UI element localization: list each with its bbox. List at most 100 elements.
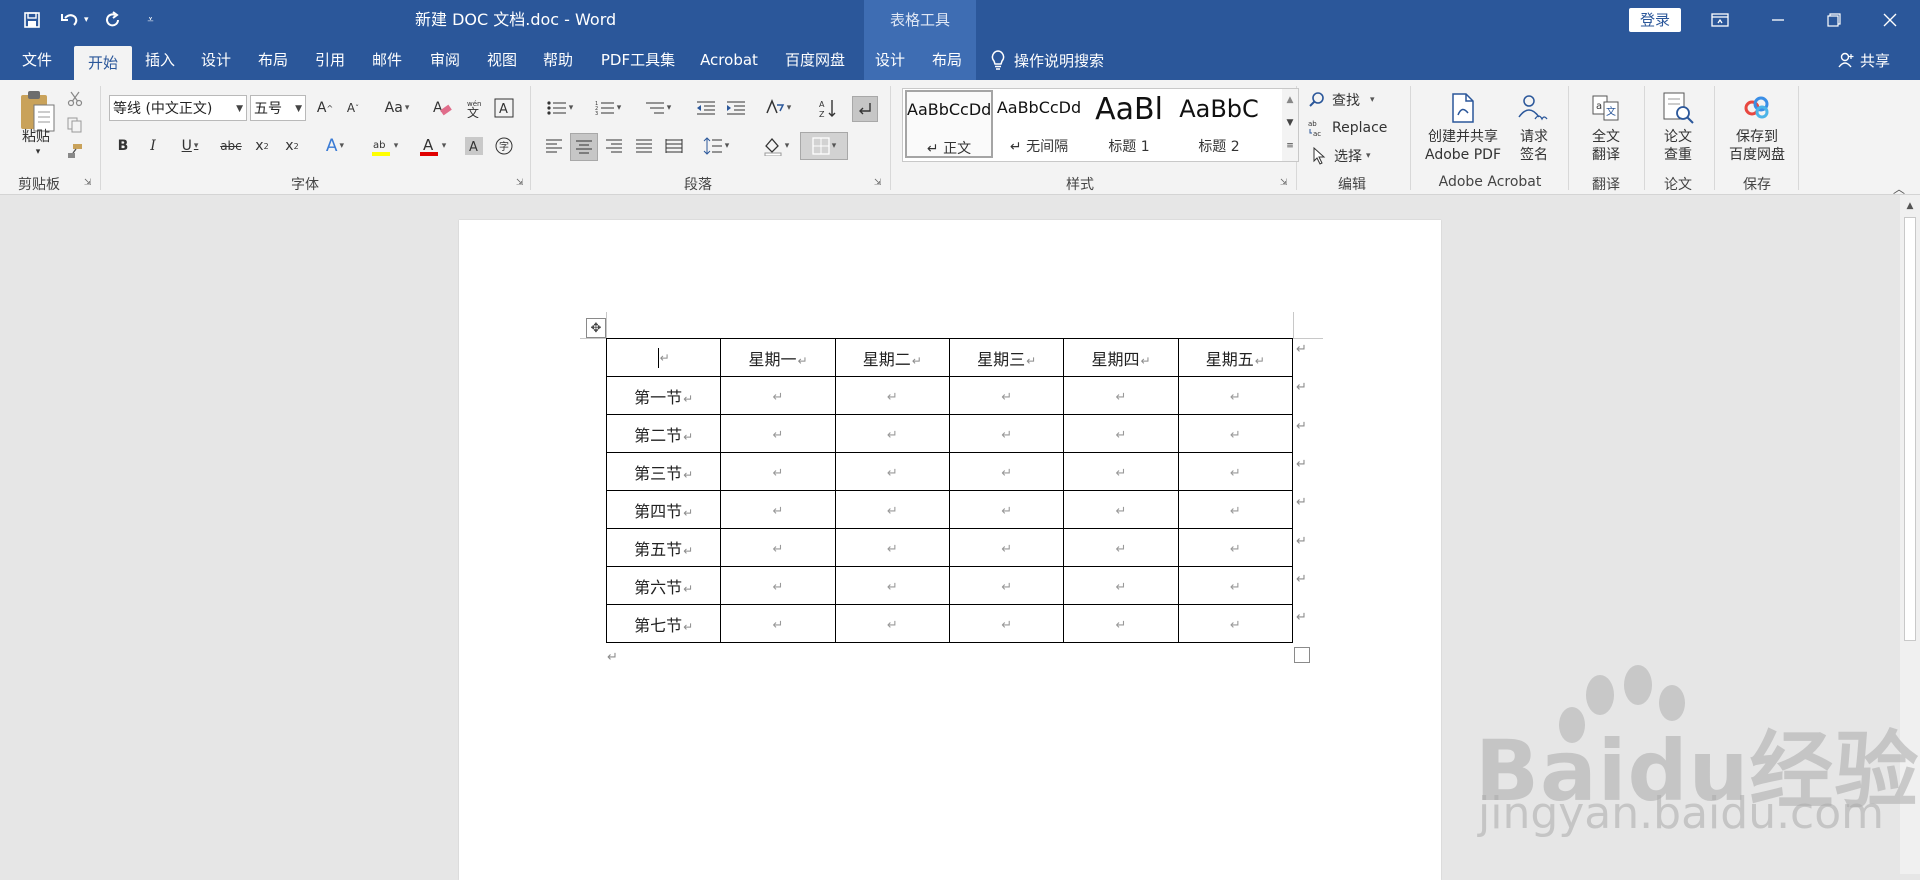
close-icon[interactable] <box>1867 0 1913 40</box>
shrink-font-icon[interactable]: Aˇ <box>342 96 364 120</box>
font-size-combobox[interactable]: 五号 ▼ <box>250 95 306 121</box>
style-no-spacing[interactable]: AaBbCcDd ↵ 无间隔 <box>995 90 1083 158</box>
table-cell[interactable]: ↵ <box>834 566 950 605</box>
table-cell[interactable]: ↵ <box>720 566 836 605</box>
save-to-baidu-button[interactable]: 保存到 百度网盘 <box>1720 128 1794 164</box>
replace-button[interactable]: ab ac Replace <box>1308 116 1408 140</box>
table-cell[interactable]: ↵ <box>1177 528 1294 567</box>
share-button[interactable]: 共享 <box>1838 40 1890 80</box>
tab-acrobat[interactable]: Acrobat <box>696 40 762 80</box>
highlight-color-icon[interactable]: ab ▾ <box>364 134 404 158</box>
table-cell[interactable]: ↵ <box>1177 566 1294 605</box>
subscript-icon[interactable]: x2 <box>250 134 274 158</box>
align-left-icon[interactable] <box>542 134 566 158</box>
tab-baidu-netdisk[interactable]: 百度网盘 <box>780 40 850 80</box>
cut-icon[interactable] <box>64 88 86 110</box>
scrollbar-thumb[interactable] <box>1904 217 1916 641</box>
table-cell[interactable]: ↵ <box>1177 376 1294 415</box>
undo-dropdown-icon[interactable]: ▾ <box>84 15 89 25</box>
paste-dropdown-icon[interactable]: ▾ <box>28 146 48 158</box>
table-cell[interactable]: ↵ <box>834 414 950 453</box>
tab-references[interactable]: 引用 <box>308 40 352 80</box>
table-cell[interactable]: ↵ <box>1063 376 1179 415</box>
distributed-icon[interactable] <box>662 134 686 158</box>
tab-table-layout[interactable]: 布局 <box>925 40 969 80</box>
table-header-cell[interactable]: 星期四↵ <box>1063 338 1179 377</box>
bold-icon[interactable]: B <box>112 134 134 158</box>
table-cell[interactable]: ↵ <box>1063 604 1179 643</box>
row-label-cell[interactable]: 第五节↵ <box>605 528 722 567</box>
table-cell[interactable]: ↵ <box>720 376 836 415</box>
create-share-pdf-button[interactable]: 创建并共享 Adobe PDF <box>1420 128 1506 164</box>
text-effects-icon[interactable]: A ▾ <box>318 134 352 158</box>
table-cell[interactable]: ↵ <box>1063 414 1179 453</box>
change-case-icon[interactable]: Aa ▾ <box>378 96 416 120</box>
font-color-icon[interactable]: A ▾ <box>412 134 452 158</box>
styles-dialog-launcher-icon[interactable]: ⇲ <box>1280 178 1290 188</box>
decrease-indent-icon[interactable] <box>694 96 718 120</box>
table-cell[interactable]: ↵ <box>1177 490 1294 529</box>
table-cell[interactable]: ↵ <box>720 490 836 529</box>
table-header-cell[interactable]: 星期一↵ <box>720 338 836 377</box>
undo-icon[interactable] <box>56 6 84 34</box>
underline-icon[interactable]: U ▾ <box>172 134 208 158</box>
table-header-cell[interactable]: ↵ <box>605 338 722 377</box>
request-signature-icon[interactable] <box>1516 92 1550 124</box>
justify-icon[interactable] <box>632 134 656 158</box>
font-name-combobox[interactable]: 等线 (中文正文) ▼ <box>109 95 247 121</box>
character-border-icon[interactable]: A <box>492 96 516 120</box>
paste-label[interactable]: 粘贴 <box>14 128 58 146</box>
table-cell[interactable]: ↵ <box>1177 452 1294 491</box>
login-button[interactable]: 登录 <box>1629 8 1681 32</box>
tell-me-search[interactable]: 操作说明搜索 <box>990 40 1104 80</box>
full-text-translate-icon[interactable]: a文 <box>1590 92 1622 124</box>
table-cell[interactable]: ↵ <box>1063 452 1179 491</box>
table-resize-handle[interactable] <box>1294 647 1310 663</box>
clear-formatting-icon[interactable]: A <box>430 96 454 120</box>
table-cell[interactable]: ↵ <box>948 414 1065 453</box>
table-move-handle-icon[interactable]: ✥ <box>586 318 606 338</box>
enclose-characters-icon[interactable]: 字 <box>492 134 516 158</box>
find-button[interactable]: 查找 ▾ <box>1308 88 1398 112</box>
redo-icon[interactable] <box>99 6 127 34</box>
table-cell[interactable]: ↵ <box>948 490 1065 529</box>
scroll-up-icon[interactable]: ▲ <box>1282 89 1298 112</box>
tab-design[interactable]: 设计 <box>194 40 238 80</box>
style-heading-1[interactable]: AaBl 标题 1 <box>1085 90 1173 158</box>
tab-home[interactable]: 开始 <box>74 46 132 80</box>
grow-font-icon[interactable]: A ^ <box>314 96 336 120</box>
restore-icon[interactable] <box>1811 0 1857 40</box>
table-cell[interactable]: ↵ <box>720 452 836 491</box>
table-cell[interactable]: ↵ <box>1063 566 1179 605</box>
table-cell[interactable]: ↵ <box>1063 490 1179 529</box>
tab-review[interactable]: 审阅 <box>423 40 467 80</box>
character-shading-icon[interactable]: A <box>462 134 486 158</box>
multilevel-list-icon[interactable]: ▾ <box>640 96 676 120</box>
table-cell[interactable]: ↵ <box>948 376 1065 415</box>
font-dialog-launcher-icon[interactable]: ⇲ <box>516 178 526 188</box>
line-spacing-icon[interactable]: ▾ <box>696 134 736 158</box>
save-icon[interactable] <box>18 6 46 34</box>
style-normal[interactable]: AaBbCcDd ↵ 正文 <box>905 90 993 158</box>
ribbon-display-options-icon[interactable] <box>1697 0 1743 40</box>
phonetic-guide-icon[interactable]: wén 文 <box>462 96 486 120</box>
italic-icon[interactable]: I <box>142 134 164 158</box>
table-cell[interactable]: ↵ <box>834 528 950 567</box>
clipboard-dialog-launcher-icon[interactable]: ⇲ <box>84 178 94 188</box>
table-header-cell[interactable]: 星期三↵ <box>948 338 1065 377</box>
tab-view[interactable]: 视图 <box>480 40 524 80</box>
superscript-icon[interactable]: x2 <box>280 134 304 158</box>
table-cell[interactable]: ↵ <box>834 376 950 415</box>
format-painter-icon[interactable] <box>64 140 86 162</box>
table-header-cell[interactable]: 星期五↵ <box>1177 338 1294 377</box>
table-cell[interactable]: ↵ <box>834 604 950 643</box>
tab-file[interactable]: 文件 <box>14 40 60 80</box>
row-label-cell[interactable]: 第四节↵ <box>605 490 722 529</box>
select-button[interactable]: 选择 ▾ <box>1312 144 1402 168</box>
table-cell[interactable]: ↵ <box>834 452 950 491</box>
tab-pdf-tools[interactable]: PDF工具集 <box>596 40 680 80</box>
tab-help[interactable]: 帮助 <box>536 40 580 80</box>
row-label-cell[interactable]: 第二节↵ <box>605 414 722 453</box>
tab-layout[interactable]: 布局 <box>251 40 295 80</box>
row-label-cell[interactable]: 第三节↵ <box>605 452 722 491</box>
